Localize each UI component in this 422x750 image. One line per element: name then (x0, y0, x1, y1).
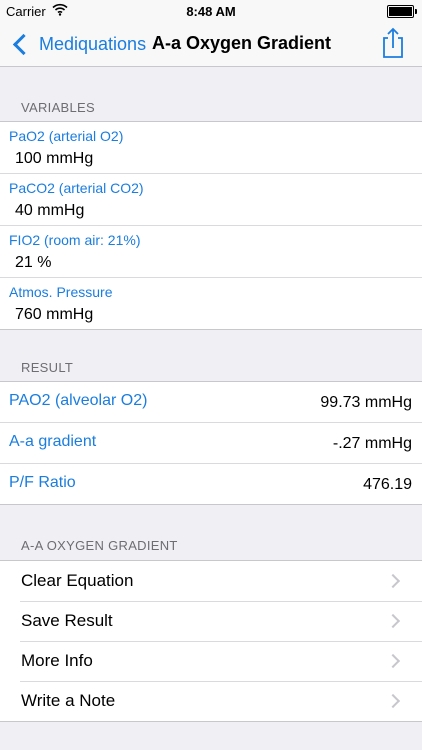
result-label: PAO2 (alveolar O2) (9, 392, 148, 409)
action-label: Clear Equation (21, 571, 134, 590)
result-label: P/F Ratio (9, 474, 76, 491)
result-header: RESULT (21, 360, 74, 375)
action-label: Save Result (21, 611, 113, 630)
variables-header: VARIABLES (21, 100, 95, 115)
actions-header: A-A OXYGEN GRADIENT (21, 538, 178, 553)
result-row-pao2-alveolar: PAO2 (alveolar O2) 99.73 mmHg (0, 382, 422, 422)
back-button[interactable]: Mediquations (10, 32, 146, 56)
battery-fill (389, 7, 412, 16)
result-row-aa-gradient: A-a gradient -.27 mmHg (0, 422, 422, 463)
share-button[interactable] (378, 27, 408, 59)
variable-label: PaO2 (arterial O2) (9, 128, 124, 144)
result-value: 99.73 mmHg (320, 394, 412, 411)
write-a-note-button[interactable]: Write a Note (0, 681, 422, 721)
battery-icon (387, 5, 417, 18)
variable-value-input[interactable]: 100 mmHg (15, 150, 93, 168)
variable-value-input[interactable]: 760 mmHg (15, 306, 93, 324)
back-button-label: Mediquations (39, 33, 147, 54)
page-title: A-a Oxygen Gradient (152, 33, 332, 53)
variable-row-paco2[interactable]: PaCO2 (arterial CO2) 40 mmHg (0, 173, 422, 225)
result-group: PAO2 (alveolar O2) 99.73 mmHg A-a gradie… (0, 381, 422, 505)
result-label: A-a gradient (9, 433, 97, 450)
variable-value-input[interactable]: 40 mmHg (15, 202, 84, 220)
variable-label: Atmos. Pressure (9, 284, 113, 300)
clear-equation-button[interactable]: Clear Equation (0, 561, 422, 601)
result-value: -.27 mmHg (332, 435, 412, 452)
more-info-button[interactable]: More Info (0, 641, 422, 681)
chevron-left-icon (12, 33, 35, 55)
chevron-right-icon (385, 653, 401, 669)
variable-row-pao2[interactable]: PaO2 (arterial O2) 100 mmHg (0, 122, 422, 173)
chevron-right-icon (385, 613, 401, 629)
status-bar: Carrier 8:48 AM (0, 0, 422, 22)
result-row-pf-ratio: P/F Ratio 476.19 (0, 463, 422, 504)
variable-label: FIO2 (room air: 21%) (9, 232, 141, 248)
result-value: 476.19 (363, 476, 412, 493)
share-icon (383, 27, 403, 58)
variable-row-atmos-pressure[interactable]: Atmos. Pressure 760 mmHg (0, 277, 422, 329)
chevron-right-icon (385, 693, 401, 709)
variable-value-input[interactable]: 21 % (15, 254, 51, 272)
action-label: Write a Note (21, 691, 116, 710)
navigation-bar: Mediquations A-a Oxygen Gradient (0, 22, 422, 67)
battery-tip (415, 9, 417, 14)
actions-group: Clear Equation Save Result More Info Wri… (0, 560, 422, 722)
status-time: 8:48 AM (186, 4, 236, 19)
variables-group: PaO2 (arterial O2) 100 mmHg PaCO2 (arter… (0, 121, 422, 330)
action-label: More Info (21, 651, 93, 670)
chevron-right-icon (385, 573, 401, 589)
variable-label: PaCO2 (arterial CO2) (9, 180, 144, 196)
save-result-button[interactable]: Save Result (0, 601, 422, 641)
variable-row-fio2[interactable]: FIO2 (room air: 21%) 21 % (0, 225, 422, 277)
